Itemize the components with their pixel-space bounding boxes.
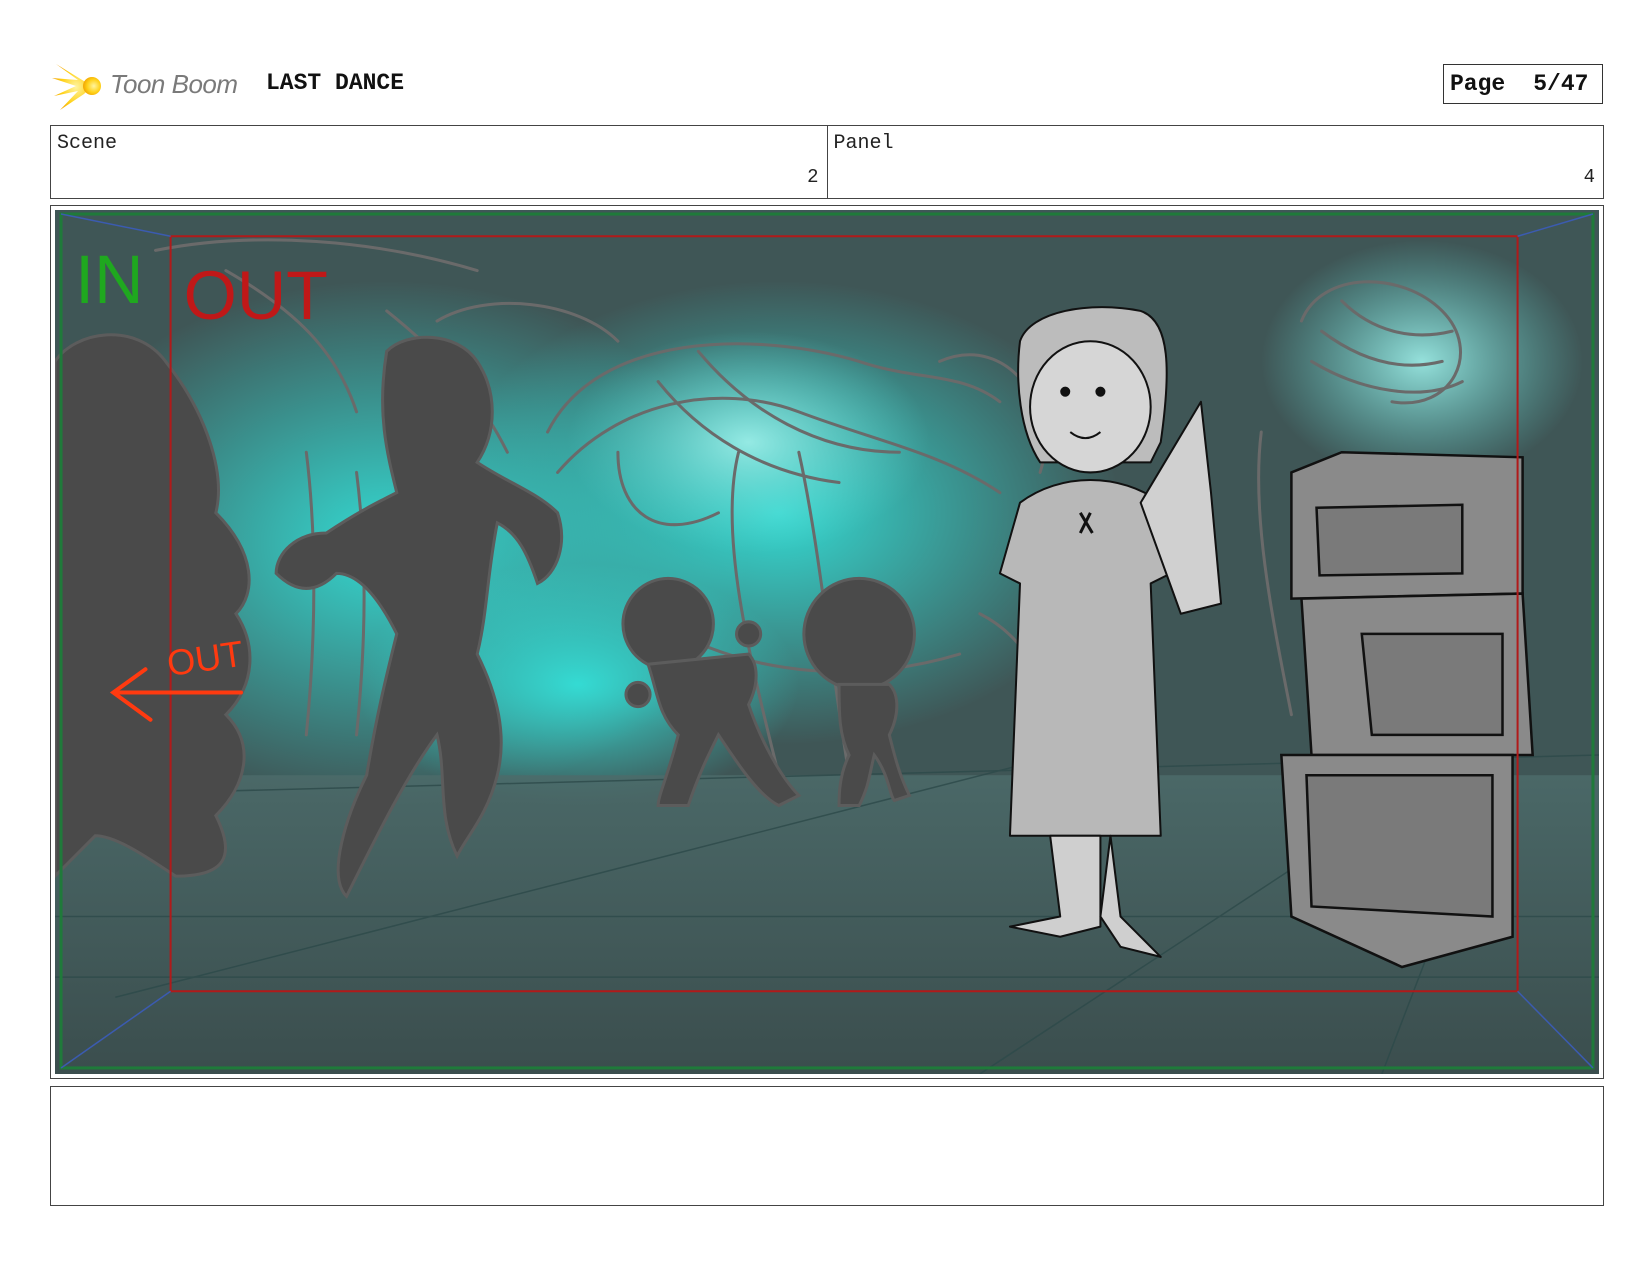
in-label: IN	[75, 241, 143, 318]
panel-label: Panel	[833, 132, 894, 155]
project-title: LAST DANCE	[266, 70, 405, 96]
notes-text	[51, 1087, 1603, 1103]
page-number: 5/47	[1533, 71, 1589, 97]
storyboard-panel: IN OUT OUT	[50, 205, 1604, 1079]
scene-number: 2	[807, 166, 819, 188]
stacked-boxes	[1280, 450, 1534, 969]
logo-text: Toon Boom	[110, 69, 238, 99]
notes-box[interactable]	[50, 1086, 1604, 1206]
page-header: Toon Boom LAST DANCE Page 5/47	[52, 58, 1603, 114]
page-indicator: Page 5/47	[1443, 64, 1603, 104]
page-label: Page	[1450, 71, 1506, 97]
panel-number: 4	[1583, 166, 1595, 188]
glow-right	[1261, 240, 1583, 483]
scene-panel-row: Scene 2 Panel 4	[50, 125, 1604, 199]
scene-cell: Scene 2	[51, 126, 827, 198]
scene-label: Scene	[57, 132, 118, 155]
out-label: OUT	[184, 257, 328, 334]
panel-cell: Panel 4	[826, 126, 1604, 198]
storyboard-drawing: IN OUT OUT	[55, 210, 1599, 1074]
toon-boom-star-icon	[52, 64, 101, 110]
